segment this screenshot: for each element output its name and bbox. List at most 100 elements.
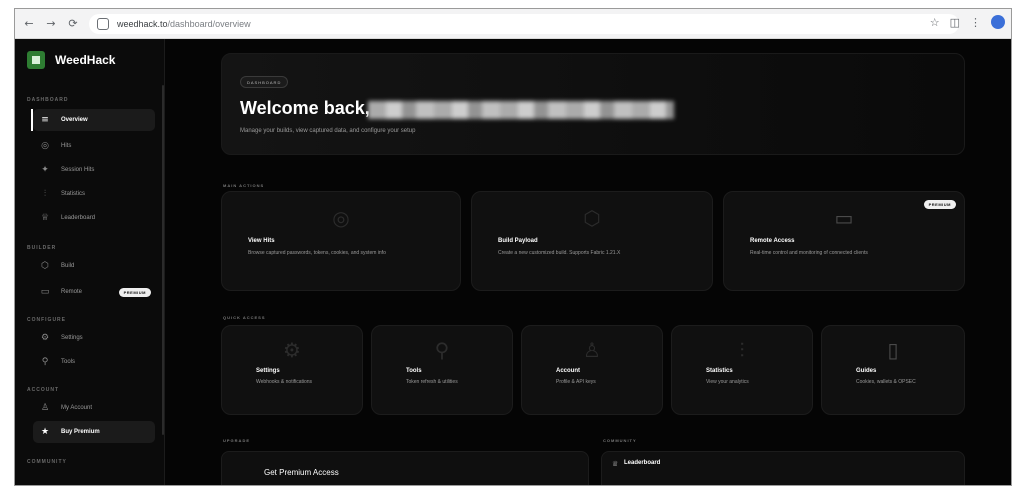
brand[interactable]: WeedHack (27, 51, 115, 69)
site-info-icon[interactable] (97, 18, 109, 30)
card-description: Create a new customized build. Supports … (498, 250, 621, 256)
brand-name: WeedHack (55, 53, 116, 67)
sidebar-item-label: Settings (61, 335, 83, 341)
sidebar-item-label: Hits (61, 143, 72, 149)
side-panel-icon[interactable]: ◫ (950, 16, 960, 29)
section-label-community: COMMUNITY (603, 438, 637, 443)
section-label-community: COMMUNITY (27, 459, 67, 465)
forward-icon[interactable]: → (43, 16, 59, 32)
card-build-payload[interactable]: ⬡ Build Payload Create a new customized … (471, 191, 713, 291)
gear-icon: ⚙ (40, 333, 50, 343)
sidebar-scrollbar[interactable] (162, 85, 164, 435)
quick-card-guides[interactable]: ▯ Guides Cookies, wallets & OPSEC (821, 325, 965, 415)
main-content: DASHBOARD Welcome back, Manage your buil… (165, 39, 1011, 485)
address-bar[interactable]: weedhack.to/dashboard/overview (89, 14, 959, 34)
sidebar: WeedHack DASHBOARD ≡ Overview ◎ Hits ✦ S… (15, 39, 165, 485)
card-title: Statistics (706, 368, 733, 374)
welcome-hero: DASHBOARD Welcome back, Manage your buil… (221, 53, 965, 155)
sidebar-item-label: Leaderboard (61, 215, 96, 221)
card-description: Webhooks & notifications (256, 379, 313, 385)
url-text[interactable]: weedhack.to/dashboard/overview (117, 19, 251, 29)
sidebar-item-label: Overview (61, 117, 88, 123)
user-icon: ♙ (583, 338, 601, 362)
section-label-account: ACCOUNT (27, 387, 59, 393)
app-root: WeedHack DASHBOARD ≡ Overview ◎ Hits ✦ S… (15, 39, 1011, 485)
url-path: /dashboard/overview (167, 19, 251, 29)
section-label-main-actions: MAIN ACTIONS (223, 183, 265, 188)
hero-subtitle: Manage your builds, view captured data, … (240, 128, 416, 134)
quick-card-statistics[interactable]: ⫶ Statistics View your analytics (671, 325, 813, 415)
star-icon: ★ (40, 427, 50, 437)
sidebar-item-label: Buy Premium (61, 429, 100, 435)
sidebar-item-label: Tools (61, 359, 76, 365)
bookmark-star-icon[interactable]: ☆ (930, 16, 940, 29)
community-card[interactable]: ♕ Leaderboard (601, 451, 965, 485)
sidebar-item-label: Session Hits (61, 167, 95, 173)
back-icon[interactable]: ← (21, 16, 37, 32)
browser-toolbar: ← → ⟳ weedhack.to/dashboard/overview ☆ ◫… (15, 9, 1011, 39)
sidebar-item-session-hits[interactable]: ✦ Session Hits (33, 159, 155, 181)
card-title: Settings (256, 368, 280, 374)
sidebar-item-label: Statistics (61, 191, 86, 197)
bar-chart-icon: ⫶ (739, 338, 745, 362)
card-description: Profile & API keys (556, 379, 596, 385)
sidebar-item-settings[interactable]: ⚙ Settings (33, 327, 155, 349)
book-icon: ▯ (887, 338, 899, 362)
profile-avatar[interactable] (991, 15, 1005, 29)
target-icon: ◎ (41, 141, 49, 151)
monitor-icon: ▭ (40, 287, 50, 297)
sidebar-item-label: Build (61, 263, 75, 269)
card-description: View your analytics (706, 379, 749, 385)
card-view-hits[interactable]: ◎ View Hits Browse captured passwords, t… (221, 191, 461, 291)
sidebar-item-build[interactable]: ⬡ Build (33, 255, 155, 277)
screenshot-frame: ← → ⟳ weedhack.to/dashboard/overview ☆ ◫… (14, 8, 1012, 486)
card-description: Cookies, wallets & OPSEC (856, 379, 916, 385)
sidebar-item-statistics[interactable]: ⫶ Statistics (33, 183, 155, 205)
card-remote-access[interactable]: ▭ PREMIUM Remote Access Real-time contro… (723, 191, 965, 291)
wrench-icon: ⚲ (41, 357, 49, 367)
card-title: Account (556, 368, 580, 374)
card-description: Real-time control and monitoring of conn… (750, 250, 868, 256)
sidebar-item-my-account[interactable]: ♙ My Account (33, 397, 155, 419)
sidebar-item-tools[interactable]: ⚲ Tools (33, 351, 155, 373)
sidebar-item-buy-premium[interactable]: ★ Buy Premium (33, 421, 155, 443)
redacted-username (368, 101, 674, 119)
url-host: weedhack.to (117, 19, 168, 29)
sidebar-item-label: Remote (61, 289, 83, 295)
hero-badge: DASHBOARD (240, 76, 289, 88)
bar-chart-icon: ⫶ (43, 189, 47, 199)
card-description: Browse captured passwords, tokens, cooki… (248, 250, 386, 256)
brand-logo-icon (27, 51, 45, 69)
target-icon: ◎ (332, 206, 350, 230)
card-title: Tools (406, 368, 422, 374)
menu-icon: ≡ (41, 115, 49, 125)
monitor-icon: ▭ (834, 206, 854, 230)
section-label-builder: BUILDER (27, 245, 57, 251)
trophy-icon: ♕ (612, 460, 619, 468)
sidebar-item-label: My Account (61, 405, 93, 411)
pulse-icon: ✦ (41, 165, 49, 175)
upgrade-card[interactable]: Get Premium Access (221, 451, 589, 485)
sidebar-item-remote[interactable]: ▭ Remote PREMIUM (33, 281, 155, 303)
gear-icon: ⚙ (283, 338, 301, 362)
sidebar-item-hits[interactable]: ◎ Hits (33, 135, 155, 157)
card-description: Token refresh & utilities (406, 379, 458, 385)
reload-icon[interactable]: ⟳ (65, 16, 81, 32)
card-title: Guides (856, 368, 877, 374)
card-title: View Hits (248, 238, 275, 244)
sidebar-item-leaderboard[interactable]: ♕ Leaderboard (33, 207, 155, 229)
browser-menu-icon[interactable]: ⋮ (970, 16, 981, 29)
quick-card-settings[interactable]: ⚙ Settings Webhooks & notifications (221, 325, 363, 415)
premium-badge: PREMIUM (923, 200, 956, 209)
upgrade-title: Get Premium Access (264, 468, 339, 477)
package-icon: ⬡ (583, 206, 601, 230)
trophy-icon: ♕ (40, 213, 50, 223)
premium-badge: PREMIUM (118, 287, 151, 297)
quick-card-account[interactable]: ♙ Account Profile & API keys (521, 325, 663, 415)
wrench-icon: ⚲ (434, 338, 450, 362)
user-icon: ♙ (40, 403, 50, 413)
section-label-upgrade: UPGRADE (223, 438, 251, 443)
section-label-quick-access: QUICK ACCESS (223, 315, 266, 320)
sidebar-item-overview[interactable]: ≡ Overview (33, 109, 155, 131)
quick-card-tools[interactable]: ⚲ Tools Token refresh & utilities (371, 325, 513, 415)
